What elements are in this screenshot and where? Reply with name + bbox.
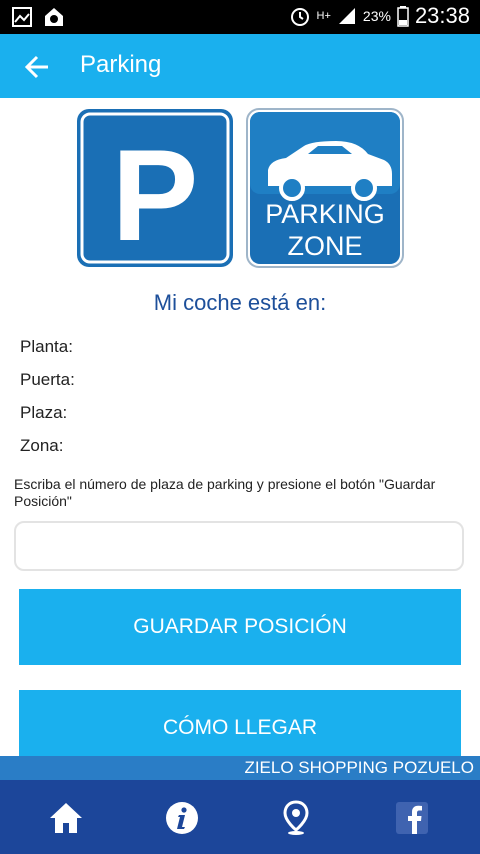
page-title: Parking [80,51,162,78]
nav-home[interactable] [46,798,86,838]
home-icon [50,803,82,833]
back-arrow-icon[interactable] [24,54,50,80]
save-position-button[interactable]: GUARDAR POSICIÓN [19,589,461,665]
gallery-icon [12,7,32,27]
parking-signs: P PARKING ZONE [76,108,404,268]
facebook-icon [396,802,428,834]
field-puerta: Puerta: [20,370,75,389]
battery-percent: 23% [362,8,391,24]
parking-spot-input[interactable] [14,521,464,571]
location-pin-icon [283,800,309,835]
info-icon [166,802,198,834]
parking-p-sign: P [77,109,233,268]
field-planta: Planta: [20,337,73,356]
app-bar: Parking [0,34,480,98]
nav-facebook[interactable] [392,798,432,838]
alarm-icon [290,8,309,26]
field-plaza: Plaza: [20,403,68,422]
nav-info[interactable] [162,798,202,838]
car-location-heading: Mi coche está en: [153,290,327,315]
clock: 23:38 [414,3,470,28]
p-letter: P [112,122,199,268]
signal-icon [338,8,355,24]
nav-location[interactable] [276,798,316,838]
network-type: H+ [316,10,331,22]
parking-zone-sign: PARKING ZONE [246,108,404,268]
zone-line1: PARKING [265,199,385,229]
instruction-text: Escriba el número de plaza de parking y … [14,476,436,509]
battery-icon [397,6,409,27]
mall-name-strip: ZIELO SHOPPING POZUELO [0,756,480,780]
bottom-nav [0,780,480,854]
field-zona: Zona: [20,436,64,455]
status-bar: H+ 23% 23:38 [0,0,480,34]
zone-line2: ZONE [287,231,362,261]
store-icon [45,8,63,26]
directions-button[interactable]: CÓMO LLEGAR [19,690,461,756]
notification-icons [12,6,66,28]
